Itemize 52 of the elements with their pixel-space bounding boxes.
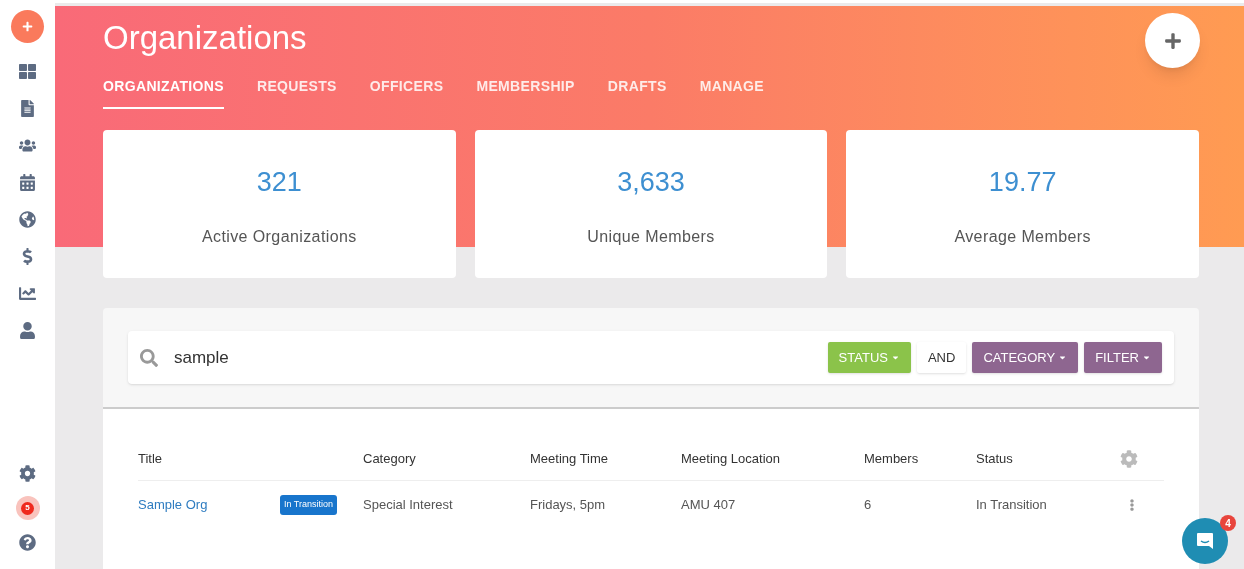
table-cell-text: AMU 407 [681,496,737,515]
caret-icon [1058,353,1068,362]
plus-icon [22,21,33,32]
chat-badge: 4 [1220,515,1236,531]
stat-label: Active Organizations [201,226,357,247]
stat-value: 19.77 [988,166,1057,199]
column-header: Meeting Location [681,449,781,468]
caret-icon [890,353,900,362]
tab[interactable]: MEMBERSHIP [476,76,575,109]
tab[interactable]: MANAGE [699,76,764,109]
tab[interactable]: ORGANIZATIONS [103,76,224,109]
organization-link[interactable]: Sample Org [138,495,280,515]
stat-label: Unique Members [587,226,715,247]
tab[interactable]: REQUESTS [256,76,337,109]
document-icon[interactable] [19,100,36,117]
add-button[interactable] [11,10,44,43]
chat-icon [1195,531,1215,551]
help-icon[interactable] [19,534,36,551]
globe-icon[interactable] [19,211,36,228]
column-header: Title [138,449,164,468]
filter-button[interactable]: FILTER [1084,342,1162,373]
caret-icon [1142,353,1151,362]
stat-label: Average Members [954,226,1091,247]
table-cell-text: Special Interest [363,496,454,515]
people-icon[interactable] [19,137,36,154]
column-header: Status [976,449,1014,468]
user-icon[interactable] [19,322,36,339]
page-title: Organizations [103,18,307,58]
table-cell-text: In Transition [976,496,1048,515]
tab[interactable]: DRAFTS [607,76,667,109]
settings-icon[interactable] [19,465,36,482]
notification-badge: 5 [21,501,34,515]
search-bar[interactable]: sample STATUS AND CATEGORY FILTER [128,331,1174,384]
dashboard-icon[interactable] [19,63,36,80]
notification-button[interactable]: 5 [15,496,40,520]
stat-value: 321 [256,166,302,199]
filter-button[interactable]: CATEGORY [972,342,1079,373]
status-badge: In Transition [280,495,338,515]
column-header: Members [864,449,920,468]
column-header: Meeting Time [530,449,610,468]
plus-icon [1163,31,1182,50]
table-cell-text: Fridays, 5pm [530,496,607,515]
column-header: Category [363,449,417,468]
stat-value: 3,633 [617,166,685,199]
filter-button[interactable]: STATUS [827,342,911,373]
search-icon [140,348,158,367]
search-field[interactable]: sample [174,344,828,371]
calendar-icon[interactable] [19,174,36,191]
table-cell-text: 6 [864,496,873,515]
tab[interactable]: OFFICERS [369,76,444,109]
chart-icon[interactable] [19,285,36,302]
filter-button[interactable]: AND [916,342,967,373]
